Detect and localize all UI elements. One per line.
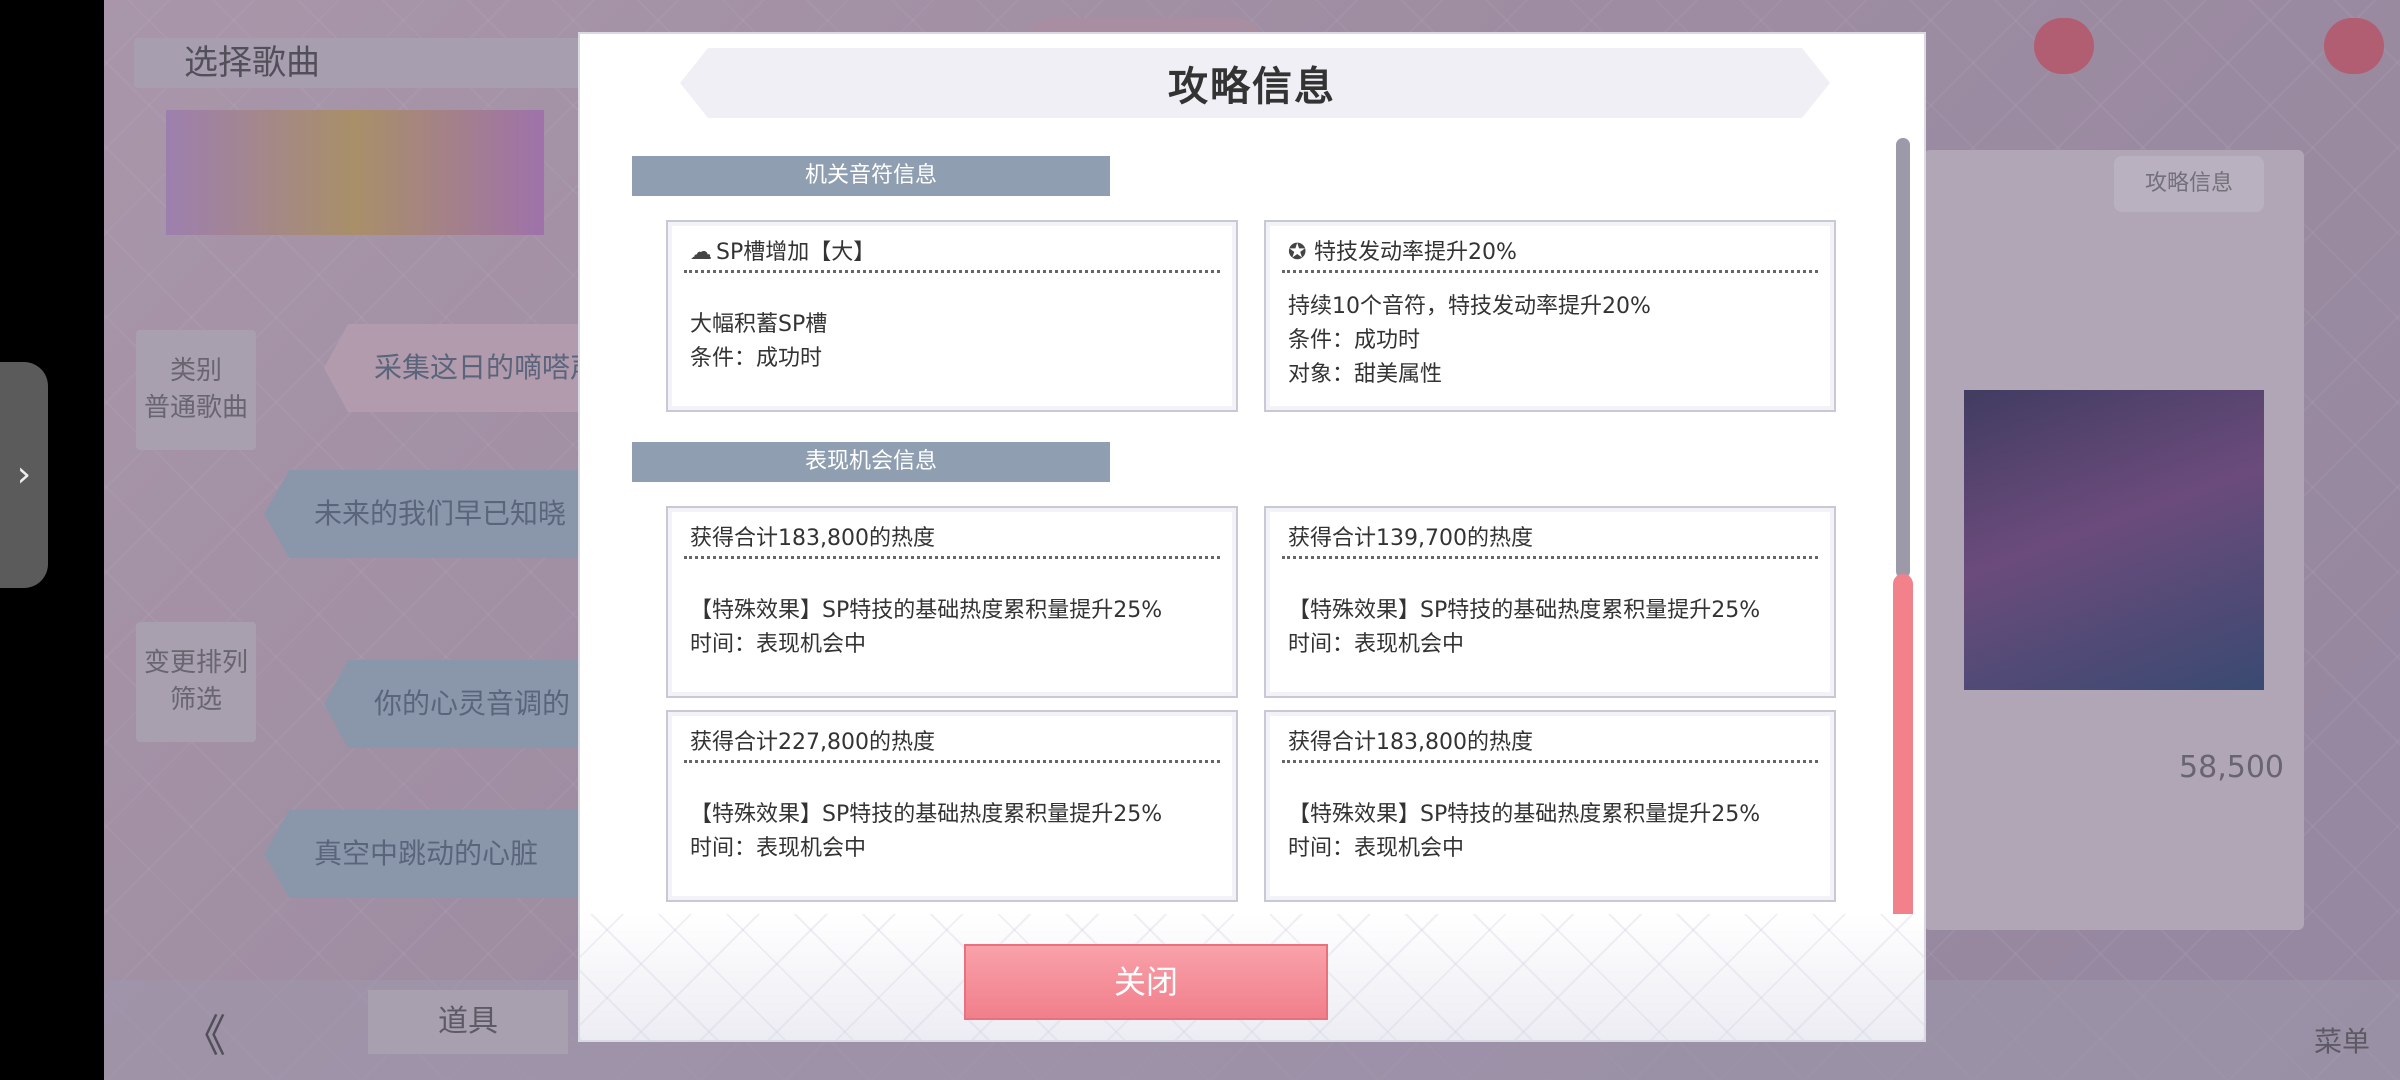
card-title: 获得合计227,800的热度 xyxy=(690,730,935,755)
card-line: 条件：成功时 xyxy=(690,346,823,371)
chevron-right-icon: › xyxy=(16,454,32,495)
card-line: 对象：甜美属性 xyxy=(1288,362,1443,387)
card-title: SP槽增加【大】 xyxy=(716,240,876,265)
appeal-chance-card: 获得合计139,700的热度 【特殊效果】SP特技的基础热度累积量提升25% 时… xyxy=(1264,506,1836,698)
card-title: 获得合计139,700的热度 xyxy=(1288,526,1533,551)
card-line: 时间：表现机会中 xyxy=(690,836,867,861)
card-line: 【特殊效果】SP特技的基础热度累积量提升25% xyxy=(690,802,1163,827)
divider xyxy=(684,760,1220,763)
appeal-chance-card: 获得合计183,800的热度 【特殊效果】SP特技的基础热度累积量提升25% 时… xyxy=(1264,710,1836,902)
divider xyxy=(1282,270,1818,273)
gimmick-note-card: ✪ 特技发动率提升20% 持续10个音符，特技发动率提升20% 条件：成功时 对象… xyxy=(1264,220,1836,412)
card-line: 时间：表现机会中 xyxy=(1288,836,1465,861)
card-title: 特技发动率提升20% xyxy=(1314,240,1517,265)
card-line: 大幅积蓄SP槽 xyxy=(690,312,828,337)
card-line: 【特殊效果】SP特技的基础热度累积量提升25% xyxy=(1288,598,1761,623)
card-line: 条件：成功时 xyxy=(1288,328,1421,353)
divider xyxy=(684,556,1220,559)
card-line: 时间：表现机会中 xyxy=(690,632,867,657)
strategy-info-dialog: 攻略信息 机关音符信息 ☁ SP槽增加【大】 大幅积蓄SP槽 条件：成功时 ✪ 特技… xyxy=(578,32,1926,1042)
divider xyxy=(1282,556,1818,559)
card-title: 获得合计183,800的热度 xyxy=(1288,730,1533,755)
divider xyxy=(684,270,1220,273)
card-line: 【特殊效果】SP特技的基础热度累积量提升25% xyxy=(1288,802,1761,827)
gimmick-note-card: ☁ SP槽增加【大】 大幅积蓄SP槽 条件：成功时 xyxy=(666,220,1238,412)
card-line: 【特殊效果】SP特技的基础热度累积量提升25% xyxy=(690,598,1163,623)
card-line: 持续10个音符，特技发动率提升20% xyxy=(1288,294,1651,319)
appeal-chance-section-header: 表现机会信息 xyxy=(632,442,1110,482)
scrollbar-track-filled xyxy=(1896,138,1910,578)
dialog-title: 攻略信息 xyxy=(1168,64,1336,110)
skill-rate-icon: ✪ xyxy=(1288,240,1307,265)
appeal-chance-card: 获得合计227,800的热度 【特殊效果】SP特技的基础热度累积量提升25% 时… xyxy=(666,710,1238,902)
close-button[interactable]: 关闭 xyxy=(964,944,1328,1020)
divider xyxy=(1282,760,1818,763)
appeal-chance-card: 获得合计183,800的热度 【特殊效果】SP特技的基础热度累积量提升25% 时… xyxy=(666,506,1238,698)
card-title: 获得合计183,800的热度 xyxy=(690,526,935,551)
side-panel-handle[interactable]: › xyxy=(0,362,48,588)
card-line: 时间：表现机会中 xyxy=(1288,632,1465,657)
gimmick-note-section-header: 机关音符信息 xyxy=(632,156,1110,196)
sp-gauge-icon: ☁ xyxy=(690,240,712,265)
scrollbar-thumb[interactable] xyxy=(1893,574,1913,942)
